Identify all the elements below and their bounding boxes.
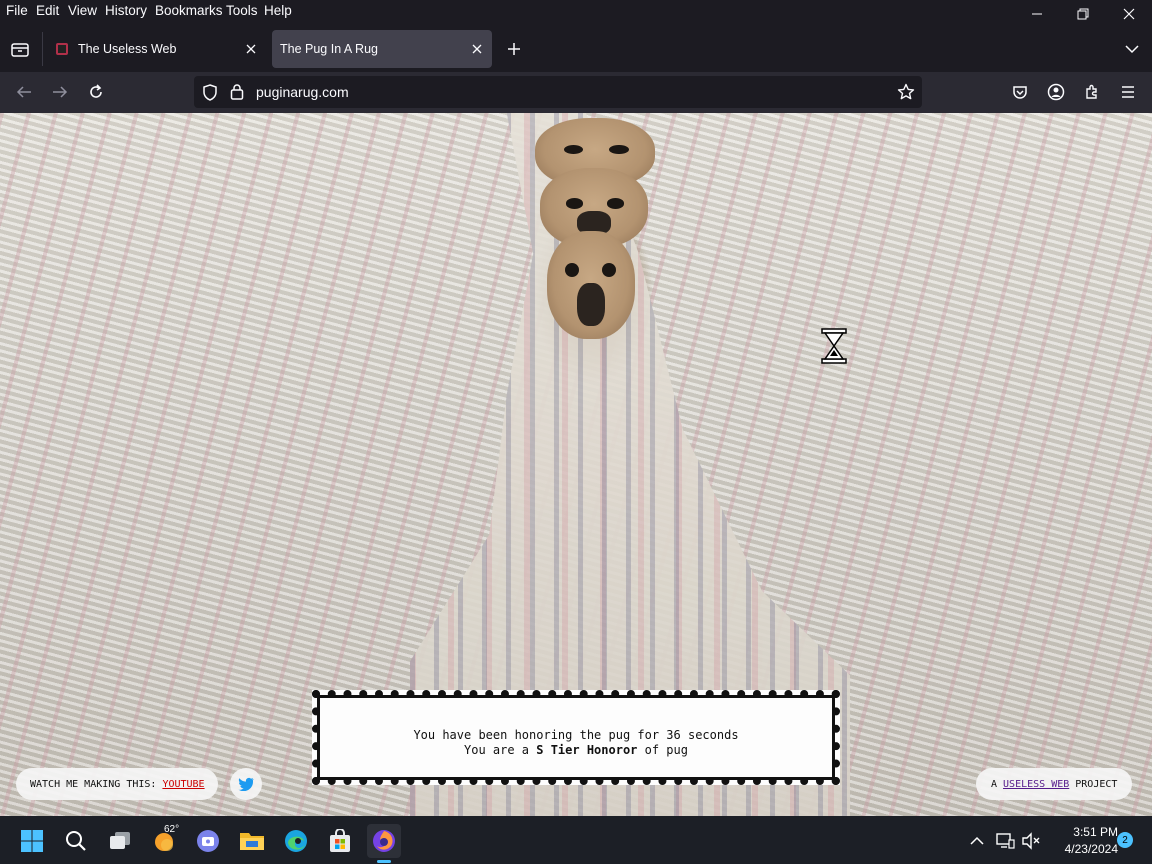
task-view-icon <box>110 832 130 849</box>
teams-chat-button[interactable] <box>191 824 225 858</box>
plus-icon <box>508 43 520 55</box>
tier-prefix: You are a <box>464 743 537 757</box>
list-all-tabs-button[interactable] <box>1116 33 1148 65</box>
menu-tools[interactable]: Tools <box>226 3 258 18</box>
close-window-button[interactable] <box>1106 2 1152 26</box>
back-button[interactable] <box>8 76 40 108</box>
tab-bar: The Useless Web The Pug In A Rug <box>0 26 1152 72</box>
edge-browser-button[interactable] <box>279 824 313 858</box>
chevron-up-icon <box>970 836 984 845</box>
app-menu-button[interactable] <box>1112 76 1144 108</box>
watch-label: WATCH ME MAKING THIS: <box>30 778 157 790</box>
restore-button[interactable] <box>1060 2 1106 26</box>
firefox-view-icon <box>11 43 29 57</box>
account-icon <box>1047 83 1065 101</box>
tab-title: The Pug In A Rug <box>280 42 378 56</box>
volume-muted-icon <box>1022 832 1040 850</box>
menu-history[interactable]: History <box>105 3 147 18</box>
microsoft-store-button[interactable] <box>323 824 357 858</box>
tracking-protection-shield-icon[interactable] <box>202 84 218 106</box>
edge-icon <box>285 830 307 852</box>
volume-button[interactable] <box>1014 824 1048 858</box>
forward-button[interactable] <box>44 76 76 108</box>
account-button[interactable] <box>1040 76 1072 108</box>
chevron-down-icon <box>1125 45 1139 54</box>
tier-suffix: of pug <box>637 743 688 757</box>
hourglass-cursor-icon <box>821 328 847 364</box>
project-prefix: A <box>991 778 998 790</box>
menu-bookmarks[interactable]: Bookmarks <box>155 3 223 18</box>
tab-title: The Useless Web <box>78 42 177 56</box>
windows-taskbar: 62° 3:51 PM 4/23/2024 2 <box>0 816 1152 864</box>
puzzle-icon <box>1086 84 1097 99</box>
close-tab-icon[interactable] <box>242 40 260 58</box>
clock-time: 3:51 PM <box>1073 825 1118 839</box>
menu-view[interactable]: View <box>68 3 97 18</box>
notification-badge[interactable]: 2 <box>1117 832 1133 848</box>
honor-time-text: You have been honoring the pug for 36 se… <box>413 728 739 742</box>
forward-arrow-icon <box>53 86 68 98</box>
firefox-taskbar-button[interactable] <box>367 824 401 858</box>
bookmark-star-icon[interactable] <box>897 83 915 106</box>
useless-web-link[interactable]: USELESS WEB <box>1003 779 1069 790</box>
youtube-link[interactable]: YOUTUBE <box>162 779 204 790</box>
honor-counter-text: You have been honoring the pug for 36 se… <box>320 728 832 758</box>
chat-icon <box>197 830 219 852</box>
tab-pug-in-a-rug[interactable]: The Pug In A Rug <box>272 30 492 68</box>
url-text[interactable]: puginarug.com <box>256 84 349 100</box>
hamburger-menu-icon <box>1122 86 1134 98</box>
menu-bar: File Edit View History Bookmarks Tools H… <box>0 0 1152 26</box>
store-icon <box>330 829 350 852</box>
pocket-button[interactable] <box>1004 76 1036 108</box>
file-explorer-button[interactable] <box>235 824 269 858</box>
extensions-button[interactable] <box>1076 76 1108 108</box>
folder-icon <box>240 833 264 850</box>
tab-useless-web[interactable]: The Useless Web <box>50 30 266 68</box>
twitter-bird-icon <box>238 777 254 791</box>
pug-face <box>547 231 635 339</box>
address-bar[interactable]: puginarug.com <box>194 76 922 108</box>
new-tab-button[interactable] <box>498 33 530 65</box>
system-clock[interactable]: 3:51 PM 4/23/2024 <box>1048 824 1118 858</box>
tier-value: S Tier Honoror <box>536 743 638 757</box>
menu-edit[interactable]: Edit <box>36 3 59 18</box>
network-icon <box>996 833 1015 849</box>
start-button[interactable] <box>15 824 49 858</box>
honor-tier-text: You are a S Tier Honoror of pug <box>320 743 832 758</box>
minimize-button[interactable] <box>1014 2 1060 26</box>
twitter-button[interactable] <box>230 768 262 800</box>
pocket-icon <box>1013 86 1027 99</box>
task-view-button[interactable] <box>103 824 137 858</box>
search-icon <box>66 831 86 851</box>
watch-me-making-this: WATCH ME MAKING THIS: YOUTUBE <box>16 768 218 800</box>
close-tab-icon[interactable] <box>468 40 486 58</box>
useless-web-project-badge: A USELESS WEB PROJECT <box>976 768 1132 800</box>
back-arrow-icon <box>16 86 31 98</box>
tab-favicon <box>56 43 68 55</box>
search-button[interactable] <box>59 824 93 858</box>
reload-icon <box>90 84 102 98</box>
menu-help[interactable]: Help <box>264 3 292 18</box>
firefox-view-button[interactable] <box>4 33 36 65</box>
weather-temperature: 62° <box>164 824 180 835</box>
firefox-icon <box>373 830 395 852</box>
honor-counter-box: You have been honoring the pug for 36 se… <box>312 690 840 785</box>
clock-date: 4/23/2024 <box>1064 842 1118 856</box>
lock-icon[interactable] <box>230 83 244 105</box>
windows-logo-icon <box>21 830 43 852</box>
reload-button[interactable] <box>80 76 112 108</box>
project-suffix: PROJECT <box>1075 778 1118 790</box>
page-content: You have been honoring the pug for 36 se… <box>0 113 1152 816</box>
menu-file[interactable]: File <box>6 3 28 18</box>
